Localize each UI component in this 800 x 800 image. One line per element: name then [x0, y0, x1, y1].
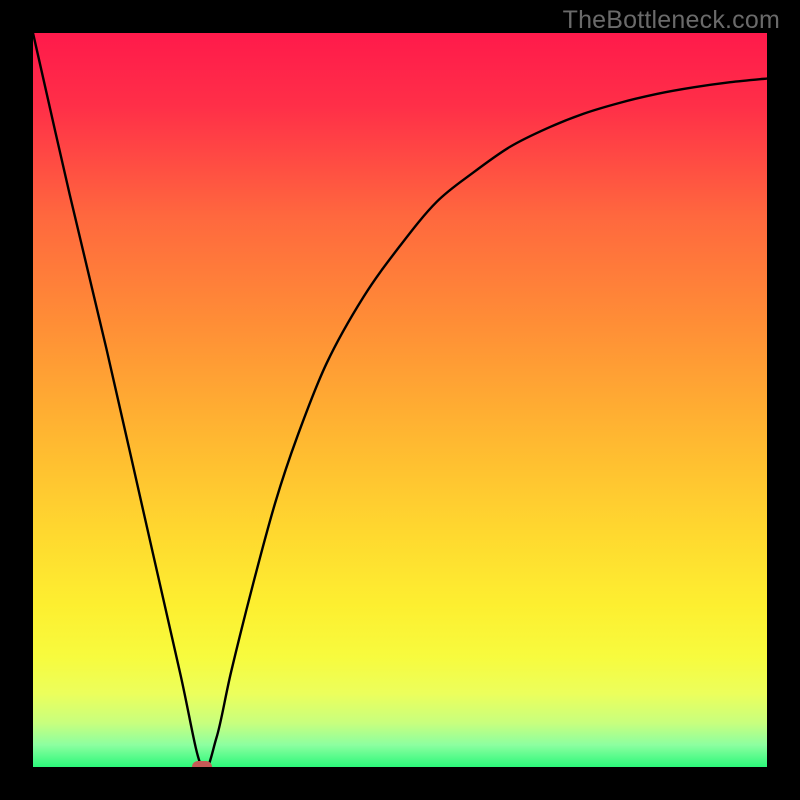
minimum-marker [192, 761, 212, 767]
bottleneck-curve [33, 33, 767, 767]
plot-area [33, 33, 767, 767]
watermark-text: TheBottleneck.com [563, 6, 780, 35]
chart-frame: TheBottleneck.com [0, 0, 800, 800]
